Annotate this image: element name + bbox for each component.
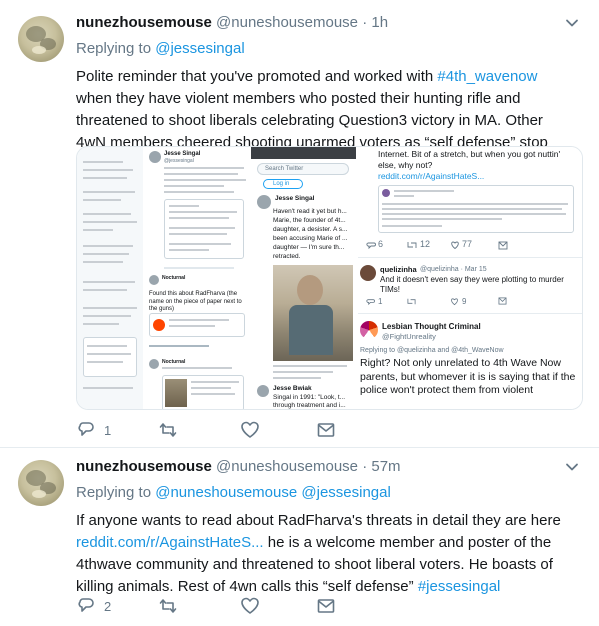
tweet-text: If anyone wants to read about RadFharva'… [76, 510, 576, 598]
tweet-header: nunezhousemouse @nuneshousemouse · 57m [76, 458, 401, 475]
message-button[interactable] [316, 596, 336, 616]
media-reply-count: 6 [378, 239, 384, 249]
mention-link[interactable]: @jessesingal [155, 40, 244, 57]
message-icon [317, 599, 335, 613]
reply-count: 1 [104, 422, 112, 438]
like-icon [241, 421, 259, 438]
reply-button[interactable]: 1 [76, 420, 111, 440]
media-image-3[interactable]: Search Twitter Log in Jesse Singal Haven… [251, 147, 356, 409]
message-icon [498, 297, 507, 305]
media-body: Internet. Bit of a stretch, but when you… [378, 149, 561, 170]
replying-prefix: Replying to [76, 40, 152, 57]
tweet-text-segment: Polite reminder that you've promoted and… [76, 68, 438, 85]
tweet-actions: 2 [76, 596, 376, 616]
retweet-button[interactable] [158, 420, 186, 440]
reply-icon [366, 299, 375, 306]
display-name[interactable]: nunezhousemouse [76, 14, 212, 31]
retweet-icon [159, 423, 177, 437]
hashtag-link[interactable]: #4th_wavenow [437, 68, 537, 85]
tweet-text-segment: If anyone wants to read about RadFharva'… [76, 512, 561, 529]
media-author-handle: @jessesingal [164, 158, 194, 164]
media-collage[interactable]: Jesse Singal @jessesingal Nocturnal Foun… [76, 146, 583, 410]
mention-link[interactable]: @nuneshousemouse [155, 484, 297, 501]
media-author: Nocturnal [162, 359, 186, 365]
reply-icon [78, 422, 94, 436]
timestamp[interactable]: 1h [371, 14, 388, 31]
media-author-handle: @FightUnreality [382, 332, 436, 341]
like-icon [241, 597, 259, 614]
like-button[interactable] [240, 420, 268, 440]
retweet-icon [407, 242, 417, 248]
tweet-actions: 1 [76, 420, 376, 440]
media-author: Jesse Singal [164, 151, 201, 157]
retweet-icon [407, 298, 416, 305]
tweet[interactable]: nunezhousemouse @nuneshousemouse · 1h Re… [0, 0, 599, 448]
media-like-count: 9 [462, 297, 467, 306]
user-handle[interactable]: @nuneshousemouse [216, 14, 358, 31]
like-button[interactable] [240, 596, 268, 616]
media-author: Jesse Singal [275, 195, 315, 202]
media-link: reddit.com/r/AgainstHateS... [378, 171, 485, 181]
replying-to: Replying to @nuneshousemouse @jessesinga… [76, 484, 391, 501]
tweet[interactable]: nunezhousemouse @nuneshousemouse · 57m R… [0, 448, 599, 626]
display-name[interactable]: nunezhousemouse [76, 458, 212, 475]
message-icon [498, 241, 508, 250]
message-button[interactable] [316, 420, 336, 440]
separator: · [362, 14, 368, 31]
media-author: Nocturnal [162, 275, 186, 281]
retweet-button[interactable] [158, 596, 186, 616]
timestamp[interactable]: 57m [371, 458, 400, 475]
media-reply-count: 1 [378, 297, 383, 306]
media-image-1[interactable] [77, 147, 143, 409]
separator: · [362, 458, 368, 475]
media-author: quelizinha [380, 265, 417, 274]
media-image-4[interactable]: Internet. Bit of a stretch, but when you… [358, 147, 582, 409]
media-retweet-count: 12 [420, 239, 431, 249]
reply-button[interactable]: 2 [76, 596, 111, 616]
media-author: Jesse Bwiak [273, 385, 312, 392]
media-search: Search Twitter [265, 166, 304, 172]
media-caption: Found this about RadFharva (the name on … [149, 291, 242, 312]
retweet-icon [159, 599, 177, 613]
mention-link[interactable]: @jessesingal [301, 484, 390, 501]
tweet-header: nunezhousemouse @nuneshousemouse · 1h [76, 14, 388, 31]
media-body: Haven't read it yet but h... Marie, the … [273, 208, 348, 260]
reply-icon [78, 598, 94, 612]
media-replying: Replying to @quelizinha and @4th_WaveNow [360, 347, 504, 354]
reply-icon [366, 242, 376, 250]
avatar[interactable] [18, 16, 64, 62]
reply-count: 2 [104, 598, 112, 614]
media-login: Log in [273, 181, 290, 187]
chevron-down-icon[interactable] [565, 460, 579, 474]
url-link[interactable]: reddit.com/r/AgainstHateS... [76, 534, 264, 551]
user-handle[interactable]: @nuneshousemouse [216, 458, 358, 475]
like-icon [451, 241, 459, 250]
media-image-2[interactable]: Jesse Singal @jessesingal Nocturnal Foun… [145, 147, 250, 409]
replying-prefix: Replying to [76, 484, 152, 501]
avatar[interactable] [18, 460, 64, 506]
media-like-count: 77 [462, 239, 473, 249]
message-icon [317, 423, 335, 437]
media-body: Right? Not only unrelated to 4th Wave No… [360, 357, 576, 396]
chevron-down-icon[interactable] [565, 16, 579, 30]
replying-to: Replying to @jessesingal [76, 40, 245, 57]
media-author-handle: @quelizinha · Mar 15 [420, 266, 487, 273]
media-body: And it doesn't even say they were plotti… [380, 275, 564, 294]
like-icon [451, 298, 458, 306]
media-body: Singal in 1991: "Look, t... through trea… [273, 394, 346, 409]
hashtag-link[interactable]: #jessesingal [418, 578, 501, 595]
